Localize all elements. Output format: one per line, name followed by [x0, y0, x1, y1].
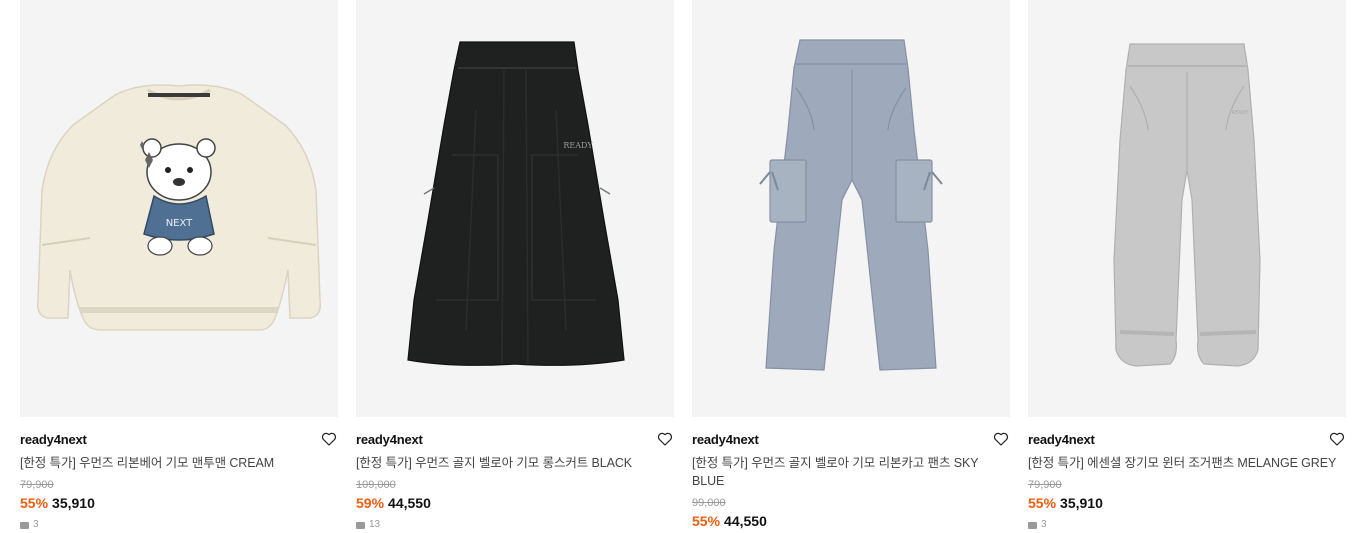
product-name[interactable]: [한정 특가] 에센셜 장기모 윈터 조거팬츠 MELANGE GREY — [1028, 454, 1338, 472]
product-name[interactable]: [한정 특가] 우먼즈 골지 벨로아 기모 롱스커트 BLACK — [356, 454, 666, 472]
product-brand[interactable]: ready4next — [1028, 432, 1346, 448]
product-grid: NEXT ready4next [한정 특가] 우먼즈 리본베어 기모 맨투맨 … — [0, 0, 1365, 533]
product-name[interactable]: [한정 특가] 우먼즈 리본베어 기모 맨투맨 CREAM — [20, 454, 330, 472]
product-image[interactable]: READY — [356, 0, 674, 417]
black-velour-long-skirt-image: READY — [407, 41, 625, 366]
product-image[interactable]: READY — [1028, 0, 1346, 417]
review-count-value: 13 — [369, 519, 381, 530]
review-count: 3 — [1028, 519, 1346, 531]
price-row: 55% 35,910 — [1028, 494, 1346, 512]
product-brand[interactable]: ready4next — [20, 432, 338, 448]
discount-rate: 55% — [20, 495, 49, 511]
cream-bear-sweatshirt-image: NEXT — [36, 84, 322, 331]
review-icon — [356, 521, 365, 529]
review-count: 3 — [20, 519, 338, 531]
heart-icon[interactable] — [656, 430, 674, 448]
review-count-value: 3 — [33, 519, 39, 530]
discount-rate: 55% — [692, 513, 721, 529]
original-price: 99,000 — [692, 497, 726, 509]
heart-icon[interactable] — [320, 430, 338, 448]
product-name[interactable]: [한정 특가] 우먼즈 골지 벨로아 기모 리본카고 팬츠 SKY BLUE — [692, 454, 1002, 490]
product-image[interactable] — [692, 0, 1010, 417]
price-row: 59% 44,550 — [356, 494, 674, 512]
product-brand[interactable]: ready4next — [692, 432, 1010, 448]
sale-price: 44,550 — [724, 513, 767, 529]
svg-text:NEXT: NEXT — [166, 218, 193, 229]
discount-rate: 59% — [356, 495, 385, 511]
price-row: 55% 35,910 — [20, 494, 338, 512]
svg-text:READY: READY — [563, 141, 593, 150]
sale-price: 35,910 — [52, 495, 95, 511]
product-card[interactable]: ready4next [한정 특가] 우먼즈 골지 벨로아 기모 리본카고 팬츠… — [692, 0, 1010, 530]
product-brand[interactable]: ready4next — [356, 432, 674, 448]
original-price: 109,000 — [356, 479, 396, 491]
original-price: 79,900 — [20, 479, 54, 491]
review-icon — [1028, 521, 1037, 529]
svg-text:READY: READY — [1232, 110, 1250, 116]
review-count-value: 3 — [1041, 519, 1047, 530]
product-card[interactable]: READY ready4next [한정 특가] 에센셜 장기모 윈터 조거팬츠… — [1028, 0, 1346, 531]
discount-rate: 55% — [1028, 495, 1057, 511]
heart-icon[interactable] — [992, 430, 1010, 448]
product-image[interactable]: NEXT — [20, 0, 338, 417]
price-row: 55% 44,550 — [692, 512, 1010, 530]
review-icon — [20, 521, 29, 529]
sky-blue-cargo-pants-image — [759, 39, 943, 371]
product-card[interactable]: READY ready4next [한정 특가] 우먼즈 골지 벨로아 기모 롱… — [356, 0, 674, 531]
sale-price: 35,910 — [1060, 495, 1103, 511]
heart-icon[interactable] — [1328, 430, 1346, 448]
review-count: 13 — [356, 519, 674, 531]
product-card[interactable]: NEXT ready4next [한정 특가] 우먼즈 리본베어 기모 맨투맨 … — [20, 0, 338, 531]
original-price: 79,900 — [1028, 479, 1062, 491]
sale-price: 44,550 — [388, 495, 431, 511]
melange-grey-jogger-pants-image: READY — [1113, 43, 1261, 367]
